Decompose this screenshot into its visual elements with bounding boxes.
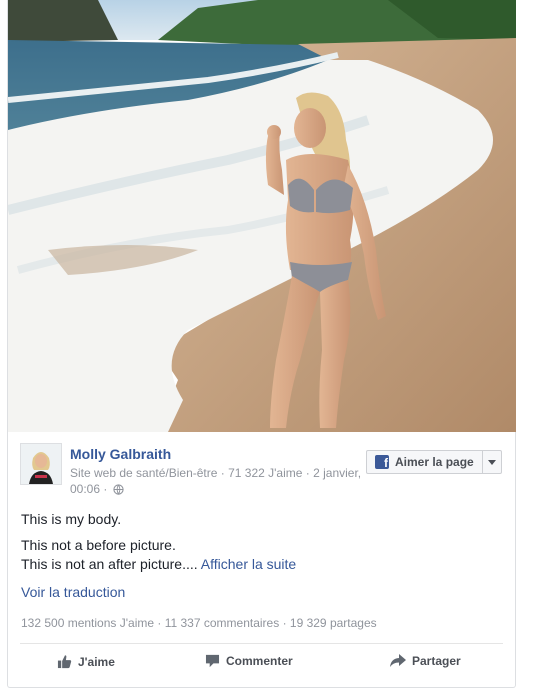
comment-label: Commenter: [226, 654, 293, 668]
comments-count[interactable]: 11 337 commentaires: [165, 616, 280, 630]
post-photo[interactable]: [8, 0, 516, 432]
page-avatar[interactable]: [20, 443, 62, 485]
see-more-link[interactable]: Afficher la suite: [201, 556, 296, 572]
page-meta: Site web de santé/Bien-être · 71 322 J'a…: [70, 465, 370, 497]
meta-separator: ·: [100, 482, 111, 496]
post-time[interactable]: 00:06: [70, 482, 100, 496]
post-stats: 132 500 mentions J'aime · 11 337 comment…: [21, 616, 377, 630]
post-date[interactable]: 2 janvier,: [313, 466, 361, 480]
like-page-label: Aimer la page: [395, 455, 474, 469]
shares-count[interactable]: 19 329 partages: [290, 616, 377, 630]
post-text: This is my body. This not a before pictu…: [21, 510, 501, 581]
actions-divider: [20, 643, 503, 644]
post-line-1: This is my body.: [21, 511, 122, 527]
page-likes: 71 322 J'aime: [228, 466, 303, 480]
meta-separator: ·: [217, 466, 229, 480]
thumbs-up-icon: [57, 655, 72, 669]
like-label: J'aime: [78, 654, 115, 669]
facebook-icon: f: [375, 455, 389, 470]
page-category[interactable]: Site web de santé/Bien-être: [70, 466, 217, 480]
page-name[interactable]: Molly Galbraith: [70, 446, 171, 462]
like-page-main[interactable]: f Aimer la page: [367, 451, 482, 473]
comment-button[interactable]: Commenter: [205, 654, 293, 668]
globe-icon: [113, 484, 124, 495]
like-button[interactable]: J'aime: [57, 654, 115, 669]
translate-link[interactable]: Voir la traduction: [21, 584, 125, 600]
post-line-2: This not a before picture.: [21, 537, 176, 553]
stats-separator: ·: [279, 616, 290, 630]
facebook-post: Molly Galbraith Site web de santé/Bien-ê…: [7, 0, 516, 688]
post-header: Molly Galbraith Site web de santé/Bien-ê…: [8, 432, 515, 502]
post-line-3: This is not an after picture....: [21, 556, 198, 572]
chevron-down-icon: [487, 459, 496, 465]
like-page-button[interactable]: f Aimer la page: [366, 450, 502, 474]
likes-count[interactable]: 132 500 mentions J'aime: [21, 616, 154, 630]
post-paragraph-2: This not a before picture. This is not a…: [21, 536, 501, 574]
post-actions: J'aime Commenter Partager: [8, 648, 515, 680]
avatar-image: [21, 444, 61, 484]
beach-photo: [8, 0, 516, 432]
stats-separator: ·: [154, 616, 165, 630]
share-button[interactable]: Partager: [390, 654, 461, 668]
meta-separator: ·: [302, 466, 314, 480]
share-label: Partager: [412, 654, 461, 668]
comment-icon: [205, 654, 220, 668]
share-arrow-icon: [390, 654, 406, 667]
like-page-dropdown[interactable]: [481, 451, 501, 473]
